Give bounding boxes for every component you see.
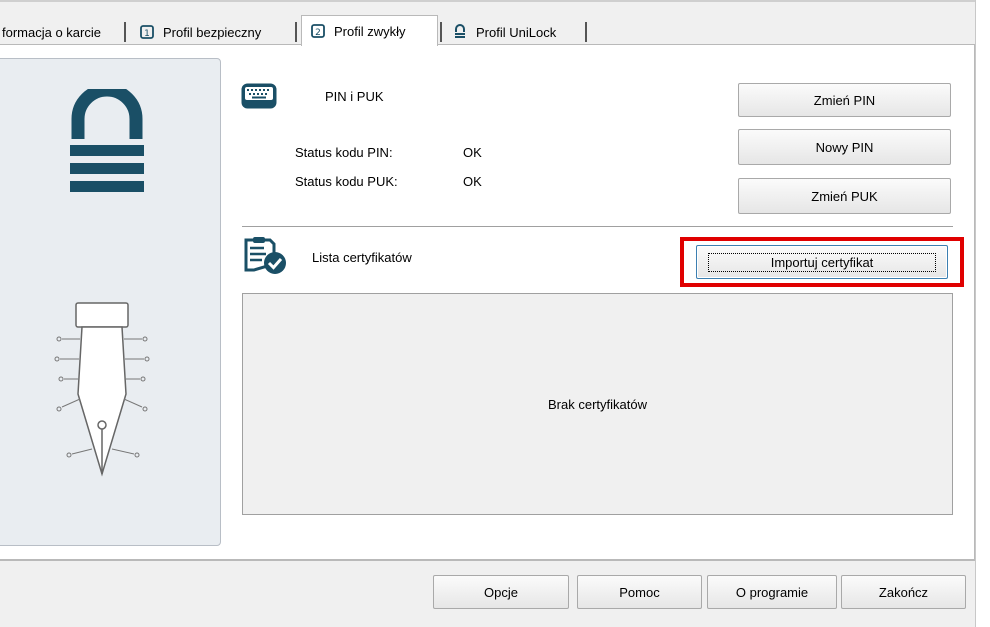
window-top-border	[0, 0, 975, 2]
change-puk-button[interactable]: Zmień PUK	[738, 178, 951, 214]
tab-standard-profile[interactable]: 2 Profil zwykły	[301, 15, 438, 46]
tab-separator	[295, 22, 297, 42]
lock-icon	[452, 24, 468, 40]
close-button[interactable]: Zakończ	[841, 575, 966, 609]
highlight-box	[680, 237, 964, 287]
puk-status-label: Status kodu PUK:	[295, 174, 398, 189]
change-pin-button[interactable]: Zmień PIN	[738, 83, 951, 117]
options-button[interactable]: Opcje	[433, 575, 569, 609]
empty-list-message: Brak certyfikatów	[548, 396, 647, 412]
new-pin-button[interactable]: Nowy PIN	[738, 129, 951, 165]
tab-separator	[440, 22, 442, 42]
padlock-icon	[70, 89, 144, 192]
tab-label: Profil UniLock	[476, 24, 557, 40]
background-window-edge	[975, 0, 990, 627]
tab-label: Profil zwykły	[334, 23, 406, 39]
certificate-list[interactable]: Brak certyfikatów	[242, 293, 953, 515]
pin-status-label: Status kodu PIN:	[295, 145, 393, 160]
svg-text:1: 1	[144, 29, 150, 39]
tab-separator	[124, 22, 126, 42]
pin-section-title: PIN i PUK	[325, 89, 384, 104]
about-button[interactable]: O programie	[707, 575, 837, 609]
svg-text:2: 2	[315, 28, 321, 38]
puk-status-value: OK	[463, 174, 482, 189]
card-icon: 1	[139, 24, 155, 40]
pin-status-value: OK	[463, 145, 482, 160]
tab-unilock-profile[interactable]: Profil UniLock	[444, 19, 565, 45]
tab-secure-profile[interactable]: 1 Profil bezpieczny	[131, 19, 270, 45]
certificate-list-icon	[244, 237, 286, 274]
section-divider	[242, 226, 953, 227]
keyboard-icon	[241, 83, 277, 109]
help-button[interactable]: Pomoc	[577, 575, 702, 609]
tab-label: Profil bezpieczny	[163, 24, 262, 40]
certificate-list-title: Lista certyfikatów	[312, 250, 412, 265]
tab-label: formacja o karcie	[2, 24, 101, 40]
footer-separator	[0, 560, 975, 561]
profile-illustration-panel	[0, 58, 221, 546]
tab-separator	[585, 22, 587, 42]
pen-nib-icon	[54, 302, 150, 477]
card-icon: 2	[310, 23, 326, 39]
tab-card-info[interactable]: formacja o karcie	[0, 19, 109, 45]
